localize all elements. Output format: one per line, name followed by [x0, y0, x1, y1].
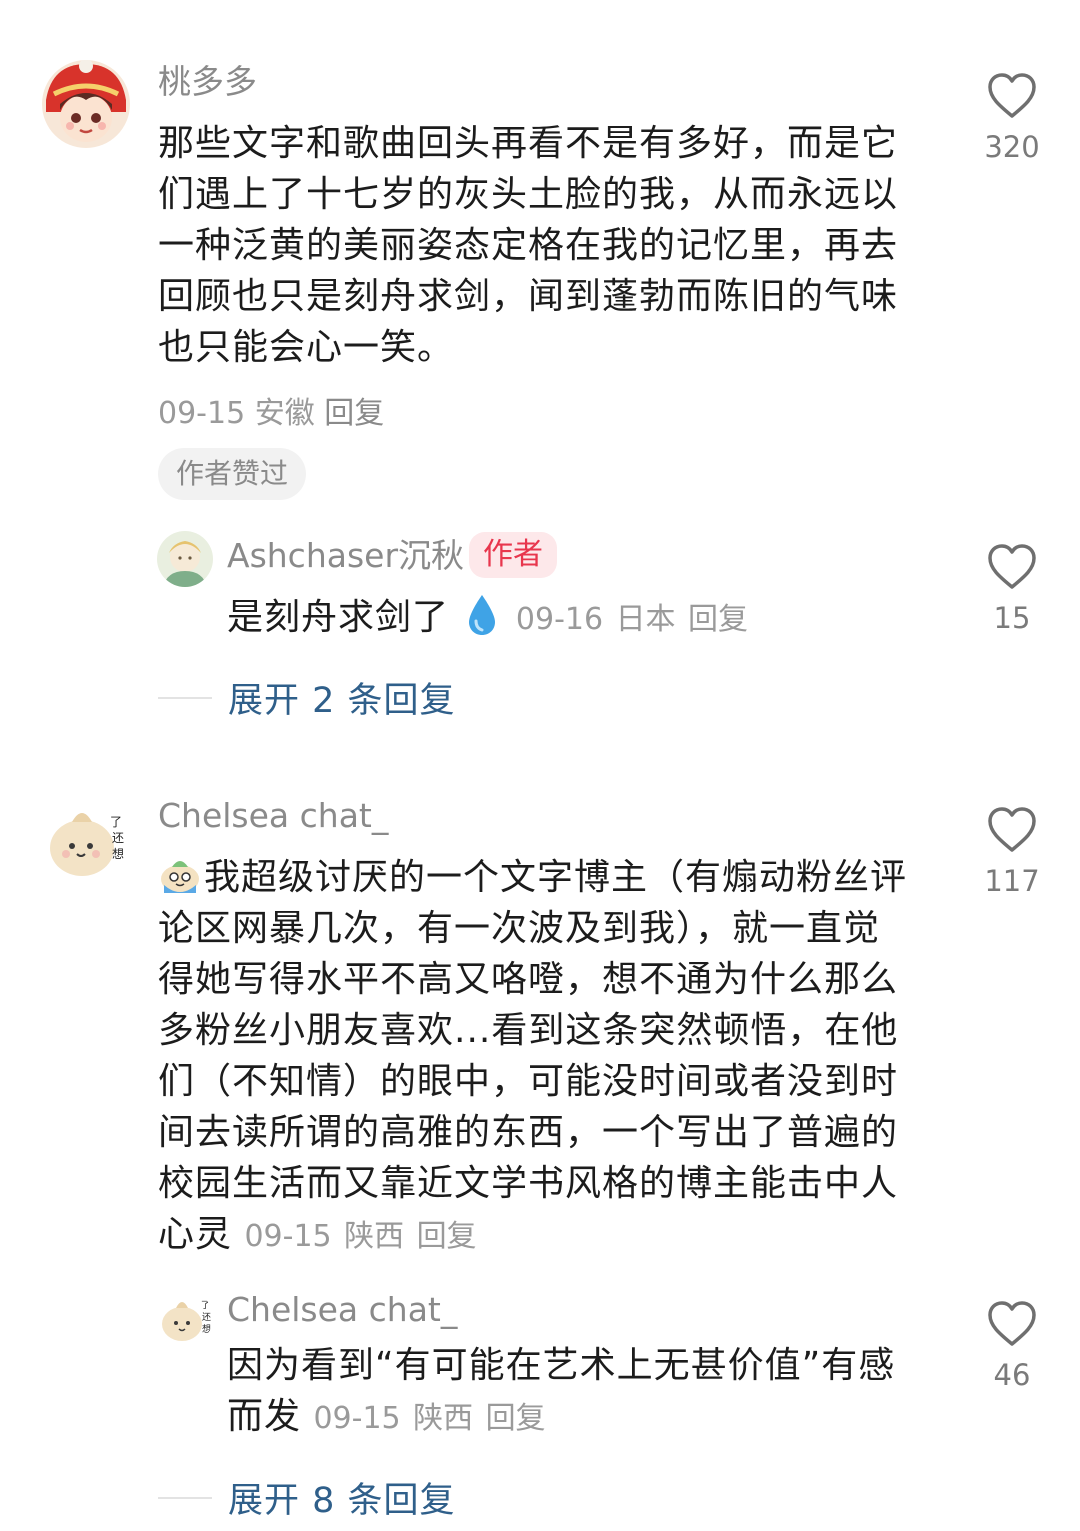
reply-location: 陕西 — [413, 1401, 474, 1436]
heart-icon — [988, 544, 1036, 589]
comment-date: 09-15 — [158, 396, 246, 431]
comment-text-block: 我超级讨厌的一个文字博主（有煽动粉丝评论区网暴几次，有一次波及到我），就一直觉得… — [158, 852, 910, 1262]
comment-text: 那些文字和歌曲回头再看不是有多好，而是它们遇上了十七岁的灰头土脸的我，从而永远以… — [158, 123, 899, 368]
heart-icon — [988, 807, 1036, 852]
like-count: 15 — [993, 601, 1031, 635]
like-button[interactable]: 46 — [967, 1300, 1057, 1392]
like-button[interactable]: 320 — [967, 72, 1057, 164]
divider-line — [158, 696, 212, 699]
reply-button[interactable]: 回复 — [486, 1401, 546, 1436]
comment-text: 我超级讨厌的一个文字博主（有煽动粉丝评论区网暴几次，有一次波及到我），就一直觉得… — [158, 857, 908, 1255]
expand-replies-button[interactable]: 展开 8 条回复 — [158, 1472, 456, 1523]
reply-username[interactable]: Ashchaser沉秋 — [227, 536, 464, 576]
divider-line — [158, 1496, 212, 1499]
avatar-image — [42, 60, 130, 148]
reply-username[interactable]: Chelsea chat_ — [227, 1290, 457, 1330]
reply-location: 日本 — [615, 602, 676, 637]
expand-replies-label: 展开 8 条回复 — [228, 1481, 456, 1521]
svg-text:了: 了 — [110, 815, 122, 829]
reply-button[interactable]: 回复 — [688, 602, 748, 637]
comment-username[interactable]: 桃多多 — [158, 62, 257, 102]
svg-text:想: 想 — [202, 1323, 211, 1335]
svg-text:了: 了 — [201, 1300, 210, 1311]
reply-avatar[interactable] — [157, 531, 213, 587]
droplet-icon — [469, 595, 496, 635]
svg-text:还: 还 — [112, 831, 124, 845]
reply-avatar[interactable]: 了 还 想 — [157, 1290, 213, 1346]
reply-text-block: 因为看到“有可能在艺术上无甚价值”有感而发 09-15 陕西 回复 — [227, 1340, 932, 1444]
like-count: 46 — [993, 1358, 1031, 1392]
comment-meta: 09-15 安徽 回复 — [158, 388, 384, 432]
comment-date: 09-15 — [244, 1219, 332, 1254]
expand-replies-button[interactable]: 展开 2 条回复 — [158, 672, 456, 723]
like-button[interactable]: 117 — [967, 806, 1057, 898]
comment-username[interactable]: Chelsea chat_ — [158, 796, 388, 836]
avatar-image: 了 还 想 — [157, 1290, 213, 1346]
avatar[interactable] — [42, 60, 130, 148]
reply-button[interactable]: 回复 — [324, 396, 384, 431]
like-count: 117 — [984, 864, 1040, 898]
reply-button[interactable]: 回复 — [417, 1219, 477, 1254]
reply-text: 是刻舟求剑了 — [227, 597, 450, 638]
avatar-image — [157, 531, 213, 587]
comment-location: 陕西 — [344, 1219, 405, 1254]
reply-text-row: 是刻舟求剑了 09-16 日本 回复 — [227, 592, 927, 645]
expand-replies-label: 展开 2 条回复 — [228, 681, 456, 721]
comment-location: 安徽 — [254, 396, 315, 431]
like-button[interactable]: 15 — [967, 543, 1057, 635]
like-count: 320 — [984, 130, 1040, 164]
crying-blob-emoji-icon — [161, 861, 199, 893]
reply-date: 09-16 — [515, 602, 604, 637]
heart-icon — [988, 73, 1036, 118]
svg-text:想: 想 — [112, 846, 124, 861]
author-liked-badge: 作者赞过 — [158, 448, 307, 500]
reply-date: 09-15 — [313, 1401, 401, 1436]
avatar-image: 了 还 想 — [42, 796, 130, 884]
svg-text:还: 还 — [202, 1311, 211, 1323]
author-tag: 作者 — [469, 532, 557, 578]
heart-icon — [988, 1301, 1036, 1346]
avatar[interactable]: 了 还 想 — [42, 796, 130, 884]
